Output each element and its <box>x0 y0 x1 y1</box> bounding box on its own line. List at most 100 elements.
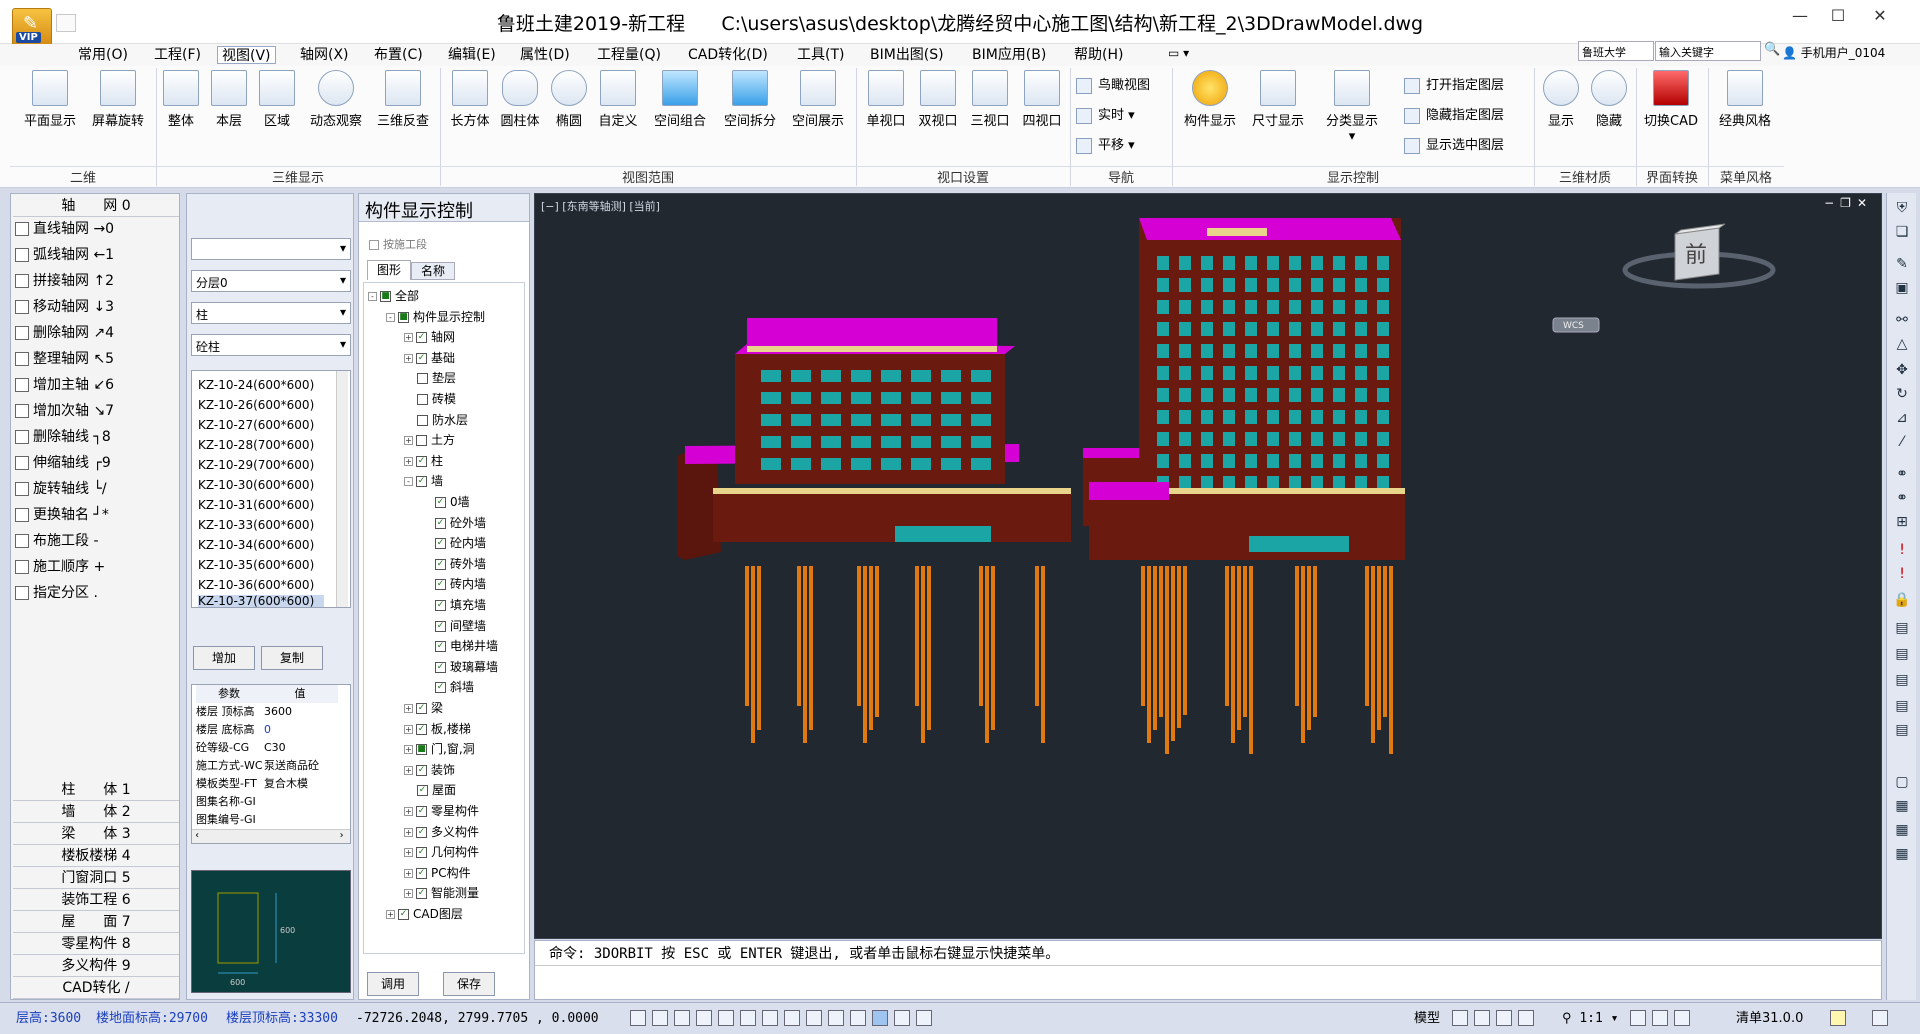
user-account[interactable]: 👤 手机用户_0104 <box>1782 44 1885 61</box>
list-item[interactable]: KZ-10-27(600*600) <box>198 415 328 435</box>
lwt-icon[interactable] <box>806 1010 822 1026</box>
layout3-icon[interactable] <box>1496 1010 1512 1026</box>
search-icon[interactable]: 🔍 <box>1764 42 1780 57</box>
checkbox-icon[interactable]: ✓ <box>398 909 409 920</box>
tree-node[interactable]: + ✓ 柱 <box>404 452 443 470</box>
am-icon[interactable] <box>894 1010 910 1026</box>
calc-icon[interactable]: ▤ <box>1893 619 1911 637</box>
checkbox-icon[interactable]: ✓ <box>416 455 427 467</box>
list-item[interactable]: KZ-10-26(600*600) <box>198 395 328 415</box>
tree-node[interactable]: + ✓ 多义构件 <box>404 823 479 841</box>
dyn-icon[interactable] <box>784 1010 800 1026</box>
expand-icon[interactable]: + <box>404 807 413 816</box>
param-value[interactable] <box>264 793 338 811</box>
checkbox-icon[interactable]: ✓ <box>435 682 446 694</box>
image-icon[interactable]: ▣ <box>1893 279 1911 297</box>
tree-node[interactable]: + 土方 <box>404 431 455 449</box>
checkbox-icon[interactable]: ✓ <box>435 579 446 591</box>
tree-node[interactable]: + ✓ 零星构件 <box>404 802 479 820</box>
layers-icon[interactable]: ❏ <box>1893 223 1911 241</box>
tree-node[interactable]: ✓ 砼内墙 <box>422 534 486 552</box>
expand-icon[interactable]: + <box>404 436 413 446</box>
search-scope-select[interactable]: 鲁班大学 <box>1578 41 1654 61</box>
category-beam[interactable]: 梁 体 3 <box>13 824 179 845</box>
add-button[interactable]: 增加 <box>193 646 255 670</box>
zone-assign-tool[interactable]: 指定分区 . <box>15 582 175 604</box>
tree-node[interactable]: + ■ 门,窗,洞 <box>404 740 475 758</box>
list-item[interactable]: KZ-10-36(600*600) <box>198 575 328 595</box>
expand-icon[interactable]: + <box>404 765 413 775</box>
shield-icon[interactable]: ⛨ <box>1893 199 1911 217</box>
3d-lookup-button[interactable]: 三维反查 <box>370 70 436 129</box>
box-button[interactable]: 长方体 <box>446 70 494 129</box>
osnap-icon[interactable] <box>718 1010 734 1026</box>
category-cad-convert[interactable]: CAD转化 / <box>13 978 179 999</box>
tree-node[interactable]: + ✓ 轴网 <box>404 328 455 346</box>
dynamic-orbit-button[interactable]: 动态观察 <box>302 70 370 129</box>
double-viewport-button[interactable]: 双视口 <box>912 70 964 129</box>
category-decoration[interactable]: 装饰工程 6 <box>13 890 179 911</box>
calc5-icon[interactable]: ▤ <box>1893 721 1911 739</box>
tree-node[interactable]: 防水层 <box>404 411 468 429</box>
tree-node[interactable]: + ✓ 板,楼梯 <box>404 720 471 738</box>
collapse-icon[interactable]: - <box>404 477 413 487</box>
tree-node[interactable]: + ✓ PC构件 <box>404 864 471 882</box>
window-icon[interactable]: ▢ <box>1893 773 1911 791</box>
switch-cad-button[interactable]: 切换CAD <box>1638 70 1704 129</box>
otrack-icon[interactable] <box>740 1010 756 1026</box>
bird-view-button[interactable]: 鸟瞰视图 <box>1076 74 1150 94</box>
tree-node[interactable]: - ✓ 墙 <box>404 472 443 490</box>
realtime-button[interactable]: 实时 ▾ <box>1076 104 1135 124</box>
checkbox-icon[interactable]: ✓ <box>416 847 427 859</box>
space-combine-button[interactable]: 空间组合 <box>646 70 714 129</box>
annotation-scale[interactable]: ⚲ 1:1 ▾ <box>1562 1009 1619 1029</box>
command-line[interactable]: 命令: 3DORBIT 按 ESC 或 ENTER 键退出, 或者单击鼠标右键显… <box>534 940 1882 1000</box>
lock-icon[interactable]: 🔒 <box>1893 591 1911 609</box>
grid-icon[interactable]: ▦ <box>1893 797 1911 815</box>
checkbox-icon[interactable]: ✓ <box>435 661 446 673</box>
calc3-icon[interactable]: ▤ <box>1893 671 1911 689</box>
collapse-icon[interactable]: - <box>386 312 395 322</box>
checkbox-icon[interactable]: ✓ <box>416 764 427 776</box>
snap-icon[interactable] <box>630 1010 646 1026</box>
pan-button[interactable]: 平移 ▾ <box>1076 134 1135 154</box>
checkbox-icon[interactable]: ■ <box>380 291 391 302</box>
tree-node[interactable]: + ✓ 梁 <box>404 699 443 717</box>
list-item-selected[interactable]: KZ-10-37(600*600) <box>198 595 324 607</box>
expand-icon[interactable]: + <box>404 456 413 466</box>
sc-icon[interactable] <box>872 1010 888 1026</box>
slash-icon[interactable]: ⁄ <box>1893 433 1911 451</box>
expand-icon[interactable]: + <box>404 827 413 837</box>
expand-icon[interactable]: + <box>404 724 413 734</box>
screen-rotate-button[interactable]: 屏幕旋转 <box>84 70 152 129</box>
category-slab-stair[interactable]: 楼板楼梯 4 <box>13 846 179 867</box>
delete-axis-tool[interactable]: 删除轴网 ↗4 <box>15 322 175 344</box>
this-floor-button[interactable]: 本层 <box>206 70 252 129</box>
mirror-icon[interactable]: ⊿ <box>1893 409 1911 427</box>
space-show-button[interactable]: 空间展示 <box>784 70 852 129</box>
category-wall[interactable]: 墙 体 2 <box>13 802 179 823</box>
whole-button[interactable]: 整体 <box>158 70 204 129</box>
tree-node[interactable]: + ✓ 智能测量 <box>404 884 479 902</box>
param-value[interactable]: 3600 <box>264 703 338 721</box>
fullscreen-icon[interactable] <box>1872 1010 1888 1026</box>
category-column[interactable]: 柱 体 1 <box>13 780 179 801</box>
rename-axis-tool[interactable]: 更换轴名 ┘* <box>15 504 175 526</box>
by-segment-checkbox[interactable]: 按施工段 <box>369 236 427 252</box>
checkbox-icon[interactable]: ✓ <box>416 806 427 817</box>
tree-node[interactable]: 垫层 <box>404 369 456 387</box>
list-scrollbar[interactable] <box>336 371 348 607</box>
list-item[interactable]: KZ-10-30(600*600) <box>198 475 328 495</box>
alert2-icon[interactable]: ! <box>1893 565 1911 583</box>
calc4-icon[interactable]: ▤ <box>1893 697 1911 715</box>
collapse-icon[interactable]: - <box>368 292 377 301</box>
tree-node[interactable]: ✓ 斜墙 <box>422 678 474 696</box>
expand-icon[interactable]: + <box>404 868 413 878</box>
grid-toggle-icon[interactable] <box>652 1010 668 1026</box>
tree-node[interactable]: ✓ 填充墙 <box>422 596 486 614</box>
material-show-button[interactable]: 显示 <box>1538 70 1584 129</box>
ortho-icon[interactable] <box>674 1010 690 1026</box>
move-icon[interactable]: ✥ <box>1893 361 1911 379</box>
tree-node[interactable]: + ✓ 几何构件 <box>404 843 479 861</box>
copy-button[interactable]: 复制 <box>261 646 323 670</box>
